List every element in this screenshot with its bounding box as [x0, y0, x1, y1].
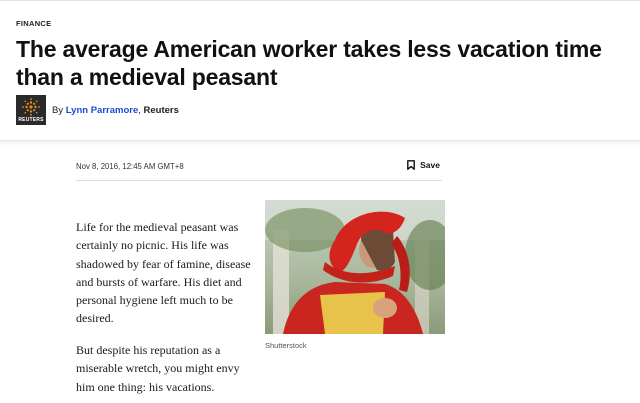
logo-text: REUTERS — [18, 116, 44, 123]
jester-photo — [265, 200, 445, 334]
article-header: FINANCE The average American worker take… — [0, 0, 640, 141]
save-label: Save — [420, 160, 440, 170]
reuters-logo-icon[interactable]: REUTERS — [16, 95, 46, 125]
byline-prefix: By — [52, 104, 64, 116]
byline: By Lynn Parramore, Reuters — [52, 105, 179, 116]
publish-date: Nov 8, 2016, 12:45 AM GMT+8 — [76, 162, 184, 171]
byline-separator: , — [138, 104, 141, 116]
save-button[interactable]: Save — [407, 160, 440, 170]
image-caption: Shutterstock — [265, 341, 307, 350]
bookmark-icon — [407, 160, 416, 170]
reuters-dots-icon — [22, 97, 40, 116]
headline: The average American worker takes less v… — [16, 36, 602, 90]
category-label[interactable]: FINANCE — [16, 19, 51, 28]
article-paragraph-1: Life for the medieval peasant was certai… — [76, 220, 251, 326]
article-image — [265, 200, 445, 334]
outlet-name: Reuters — [143, 104, 179, 116]
article-meta-row: Nov 8, 2016, 12:45 AM GMT+8 Save — [76, 157, 442, 181]
article-paragraph-2: But despite his reputation as a miserabl… — [76, 343, 240, 394]
byline-row: REUTERS By Lynn Parramore, Reuters — [16, 95, 179, 125]
author-link[interactable]: Lynn Parramore — [66, 105, 139, 116]
